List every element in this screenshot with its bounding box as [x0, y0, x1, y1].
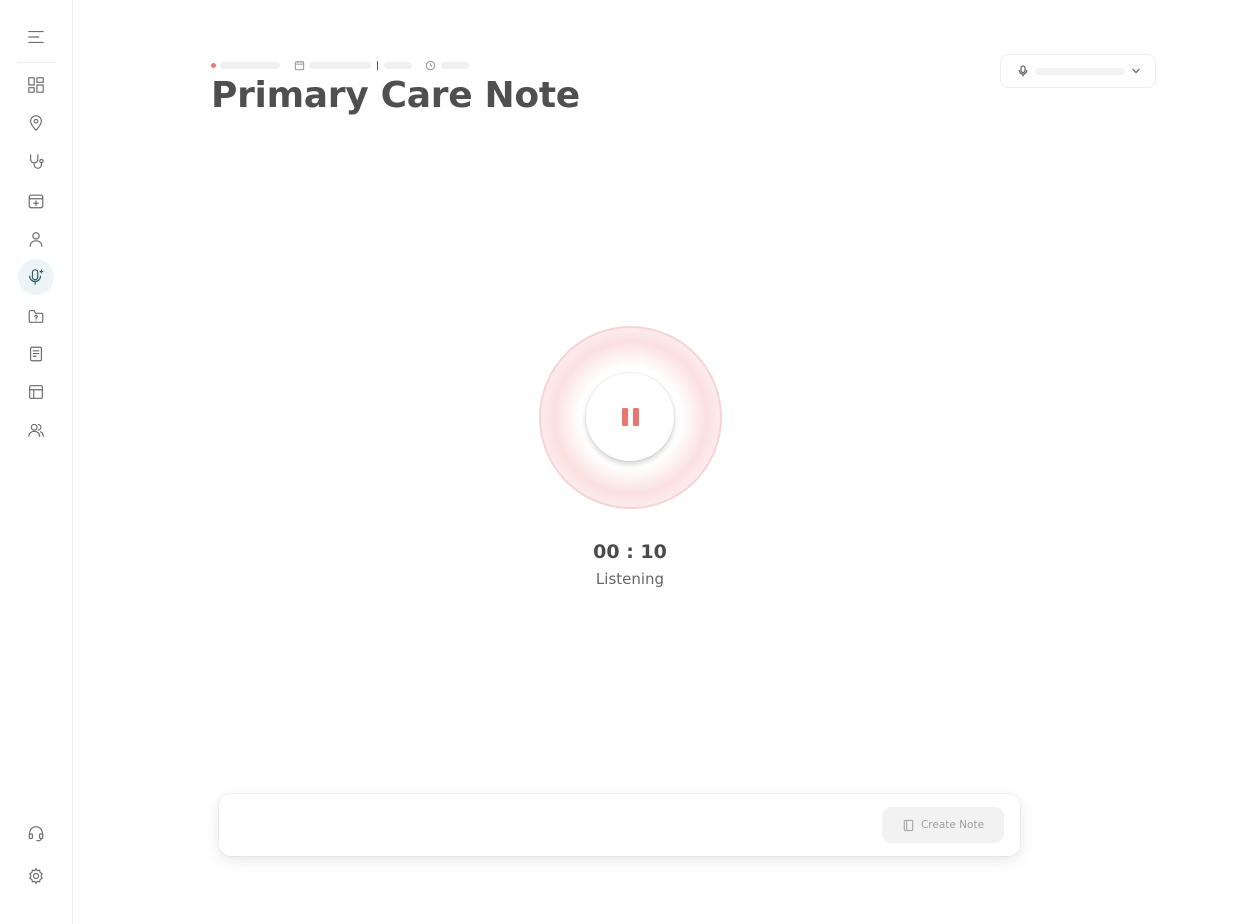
- page-title: Primary Care Note: [211, 75, 580, 116]
- sidebar: [0, 0, 73, 924]
- menu-toggle-button[interactable]: [18, 19, 54, 55]
- pause-recording-button[interactable]: [586, 373, 674, 461]
- recording-timer: 00 : 10: [593, 541, 667, 563]
- meta-placeholder: [220, 61, 280, 69]
- sidebar-item-dashboard[interactable]: [18, 67, 54, 103]
- document-icon: [30, 346, 42, 362]
- sidebar-item-templates[interactable]: [18, 374, 54, 410]
- sidebar-item-support[interactable]: [18, 815, 54, 851]
- create-note-label: Create Note: [920, 819, 985, 831]
- calendar-add-icon: [28, 194, 44, 209]
- gear-icon: [29, 868, 43, 884]
- microphone-select-value: [1035, 67, 1125, 75]
- clock-icon: [425, 60, 436, 70]
- date-placeholder: [309, 61, 371, 69]
- microphone-select[interactable]: [1000, 54, 1156, 88]
- time-placeholder: [384, 61, 412, 69]
- bottom-action-bar: Create Note: [219, 794, 1020, 856]
- users-icon: [28, 423, 44, 437]
- pause-icon: [621, 408, 628, 426]
- note-meta-row: [211, 58, 469, 72]
- dashboard-icon: [28, 77, 44, 93]
- sidebar-item-patients[interactable]: [18, 221, 54, 257]
- sidebar-item-locations[interactable]: [18, 105, 54, 141]
- stethoscope-icon: [30, 154, 44, 169]
- sidebar-item-schedule[interactable]: [18, 183, 54, 219]
- sidebar-item-documents[interactable]: [18, 336, 54, 372]
- calendar-icon: [294, 60, 305, 70]
- meta-separator: [377, 60, 378, 70]
- menu-icon: [28, 31, 44, 43]
- sidebar-divider: [18, 62, 56, 63]
- ai-microphone-icon: [29, 269, 44, 285]
- location-pin-icon: [30, 115, 42, 131]
- sidebar-item-team[interactable]: [18, 412, 54, 448]
- pause-icon-bar: [632, 408, 639, 426]
- recording-status-text: Listening: [595, 570, 665, 588]
- chevron-down-icon: [1132, 68, 1140, 74]
- sidebar-item-help-folder[interactable]: [18, 298, 54, 334]
- sidebar-item-scribe[interactable]: [18, 259, 54, 295]
- microphone-icon: [1018, 65, 1028, 77]
- user-icon: [29, 232, 43, 247]
- recording-status-dot: [211, 62, 216, 68]
- layout-table-icon: [29, 385, 43, 399]
- folder-question-icon: [28, 310, 44, 323]
- create-note-button[interactable]: Create Note: [882, 807, 1004, 843]
- duration-placeholder: [441, 61, 469, 69]
- sidebar-item-settings[interactable]: [18, 858, 54, 894]
- sidebar-item-clinical[interactable]: [18, 144, 54, 180]
- headset-icon: [28, 826, 44, 842]
- notebook-icon: [903, 819, 914, 831]
